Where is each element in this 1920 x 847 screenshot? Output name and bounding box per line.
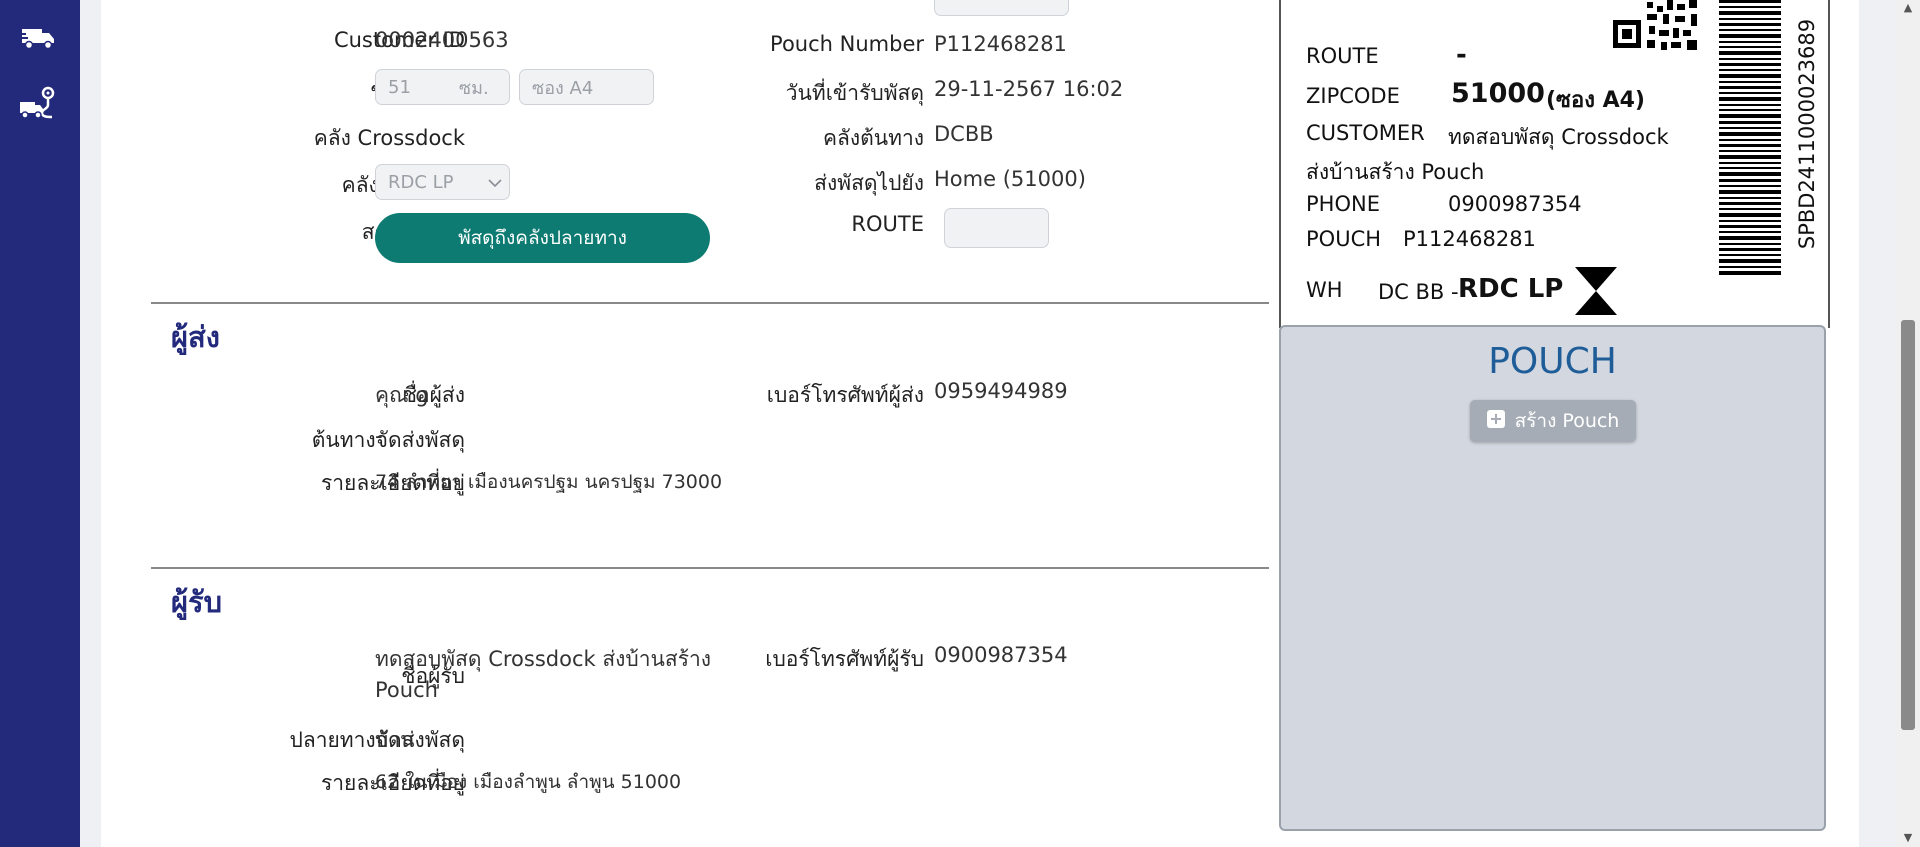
pouch-number-label: Pouch Number	[770, 32, 924, 56]
create-pouch-label: สร้าง Pouch	[1514, 410, 1620, 432]
receiver-phone-value: 0900987354	[934, 643, 1068, 667]
lc-route-key: ROUTE	[1306, 44, 1379, 68]
courier-select[interactable]	[934, 0, 1069, 16]
receiver-dest-value: บ้าน	[375, 728, 415, 752]
lc-pouch-key: POUCH	[1306, 227, 1382, 251]
origin-wh-label: คลังต้นทาง	[822, 126, 924, 150]
envelope-value: ซอง A4	[532, 77, 594, 99]
receiver-name-value-line2: Pouch	[375, 678, 438, 702]
send-to-value: Home (51000)	[934, 167, 1086, 191]
lc-customer-key: CUSTOMER	[1306, 121, 1425, 145]
hourglass-icon	[1573, 265, 1619, 321]
sender-origin-value: -	[375, 424, 383, 448]
barcode-icon	[1719, 0, 1781, 282]
main-content: Customer ID 0002400563 ขนาดพัสดุ 51 ซม. …	[101, 0, 1859, 847]
sender-address-value: 74 ลำพยา เมืองนครปฐม นครปฐม 73000	[375, 471, 723, 493]
scrollbar[interactable]: ▲ ▼	[1897, 0, 1920, 847]
lc-phone-val: 0900987354	[1448, 192, 1582, 216]
receiver-address-value: 62 ในเมือง เมืองลำพูน ลำพูน 51000	[375, 771, 682, 793]
lc-wh-from: DC BB -	[1378, 280, 1459, 304]
sender-phone-value: 0959494989	[934, 379, 1068, 403]
pouch-panel: POUCH สร้าง Pouch	[1279, 325, 1826, 831]
lc-customer-val: ทดสอบพัสดุ Crossdock	[1448, 125, 1669, 149]
sender-phone-label: เบอร์โทรศัพท์ผู้ส่ง	[766, 383, 924, 407]
receiver-phone-label: เบอร์โทรศัพท์ผู้รับ	[765, 647, 924, 671]
route-input[interactable]	[944, 208, 1049, 248]
sidebar	[0, 0, 80, 847]
barcode-text: SPBD2411000023689	[1795, 18, 1820, 250]
crossdock-label: คลัง Crossdock	[313, 126, 465, 150]
send-to-label: ส่งพัสดุไปยัง	[814, 171, 924, 195]
lc-customer-val-line2: ส่งบ้านสร้าง Pouch	[1306, 160, 1485, 184]
sender-name-value: คุณ g	[375, 383, 429, 407]
receiver-title: ผู้รับ	[171, 585, 222, 619]
truck-icon[interactable]	[17, 18, 59, 58]
size-input[interactable]: 51 ซม.	[375, 69, 510, 105]
lc-zip-val: 51000	[1451, 78, 1545, 109]
status-badge: พัสดุถึงคลังปลายทาง	[375, 213, 710, 263]
scroll-up-icon[interactable]: ▲	[1902, 2, 1914, 14]
lc-zip-extra: (ซอง A4)	[1546, 88, 1645, 113]
dest-wh-select[interactable]: RDC LP	[375, 164, 510, 200]
scroll-thumb[interactable]	[1901, 320, 1915, 730]
lc-phone-key: PHONE	[1306, 192, 1380, 216]
received-label: วันที่เข้ารับพัสดุ	[785, 81, 924, 105]
lc-wh-to: RDC LP	[1458, 274, 1564, 304]
sender-title: ผู้ส่ง	[171, 320, 220, 354]
truck-route-icon[interactable]	[17, 84, 59, 124]
size-unit: ซม.	[458, 77, 489, 99]
qr-code-icon	[1611, 0, 1701, 56]
customer-id-value: 0002400563	[375, 28, 509, 52]
pouch-title: POUCH	[1488, 341, 1617, 382]
envelope-input[interactable]: ซอง A4	[519, 69, 654, 105]
sender-origin-label: ต้นทางจัดส่งพัสดุ	[311, 428, 465, 452]
receiver-name-value-line1: ทดสอบพัสดุ Crossdock ส่งบ้านสร้าง	[375, 647, 712, 671]
pouch-number-value: P112468281	[934, 32, 1067, 56]
shipping-label-card: SPBD2411000023689 ROUTE - ZIPCODE 51000 …	[1279, 0, 1830, 328]
section-divider	[151, 302, 1269, 304]
lc-pouch-val: P112468281	[1403, 227, 1536, 251]
lc-route-val: -	[1456, 40, 1467, 70]
section-divider	[151, 567, 1269, 569]
received-value: 29-11-2567 16:02	[934, 77, 1124, 101]
dest-wh-value: RDC LP	[388, 171, 454, 193]
chevron-down-icon	[487, 172, 502, 193]
scroll-down-icon[interactable]: ▼	[1902, 832, 1914, 844]
lc-wh-key: WH	[1306, 278, 1343, 302]
plus-square-icon	[1486, 409, 1505, 433]
size-value: 51	[388, 76, 411, 98]
receiver-dest-label: ปลายทางจัดส่งพัสดุ	[289, 728, 466, 752]
create-pouch-button[interactable]: สร้าง Pouch	[1470, 400, 1636, 442]
origin-wh-value: DCBB	[934, 122, 994, 146]
route-label: ROUTE	[851, 212, 924, 236]
lc-zip-key: ZIPCODE	[1306, 84, 1400, 108]
